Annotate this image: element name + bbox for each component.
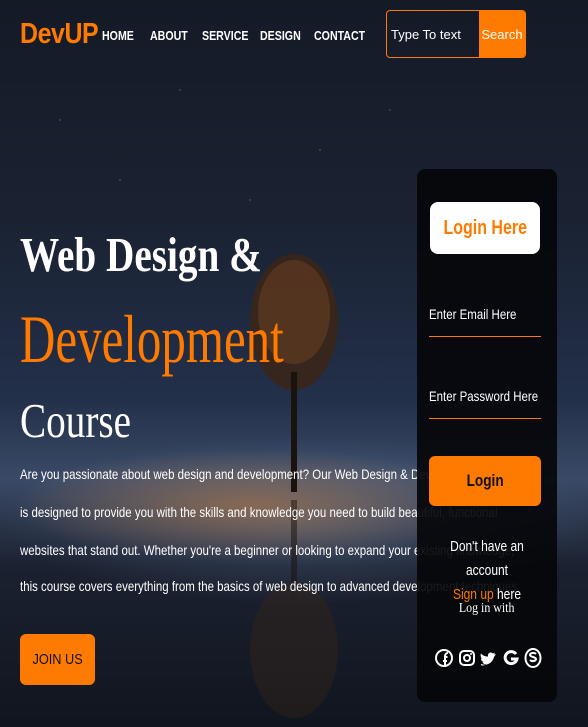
social-login-row xyxy=(435,643,543,673)
nav-home-link[interactable]: HOME xyxy=(102,29,134,43)
join-us-button[interactable]: JOIN US xyxy=(20,634,95,685)
skype-icon[interactable] xyxy=(524,643,542,673)
instagram-icon[interactable] xyxy=(458,643,476,673)
no-account-text: Don't have an account xyxy=(450,538,524,579)
login-button-label: Login xyxy=(466,471,504,490)
login-title: Login Here xyxy=(430,202,540,254)
brand-logo[interactable]: DevUP xyxy=(20,18,99,51)
search-box: Search xyxy=(386,10,526,58)
login-with-text: Log in with xyxy=(459,601,515,616)
password-field[interactable]: Enter Password Here xyxy=(429,388,538,404)
signup-prompt: Don't have an account Sign up here xyxy=(417,535,557,607)
email-field[interactable]: Enter Email Here xyxy=(429,306,516,322)
google-icon[interactable] xyxy=(502,643,520,673)
join-us-label: JOIN US xyxy=(32,651,83,668)
password-underline xyxy=(429,418,541,419)
tree-reflection xyxy=(250,500,338,718)
nav-about-link[interactable]: ABOUT xyxy=(150,29,188,43)
login-button[interactable]: Login xyxy=(429,456,541,506)
nav-contact-link[interactable]: CONTACT xyxy=(314,29,365,43)
email-underline xyxy=(429,336,541,337)
facebook-icon[interactable] xyxy=(435,643,453,673)
search-input[interactable] xyxy=(387,11,480,57)
search-button[interactable]: Search xyxy=(479,11,525,57)
nav-service-link[interactable]: SERVICE xyxy=(202,29,248,43)
hero-title-line2: Development xyxy=(20,301,284,377)
login-with-label: Log in with xyxy=(417,601,557,617)
hero-title-line1: Web Design & xyxy=(20,227,262,282)
twitter-icon[interactable] xyxy=(480,643,498,673)
login-card: Login Here Enter Email Here Enter Passwo… xyxy=(417,169,557,702)
login-title-text: Login Here xyxy=(443,216,527,239)
hero-title-line3: Course xyxy=(20,393,132,448)
nav-design-link[interactable]: DESIGN xyxy=(260,29,301,43)
